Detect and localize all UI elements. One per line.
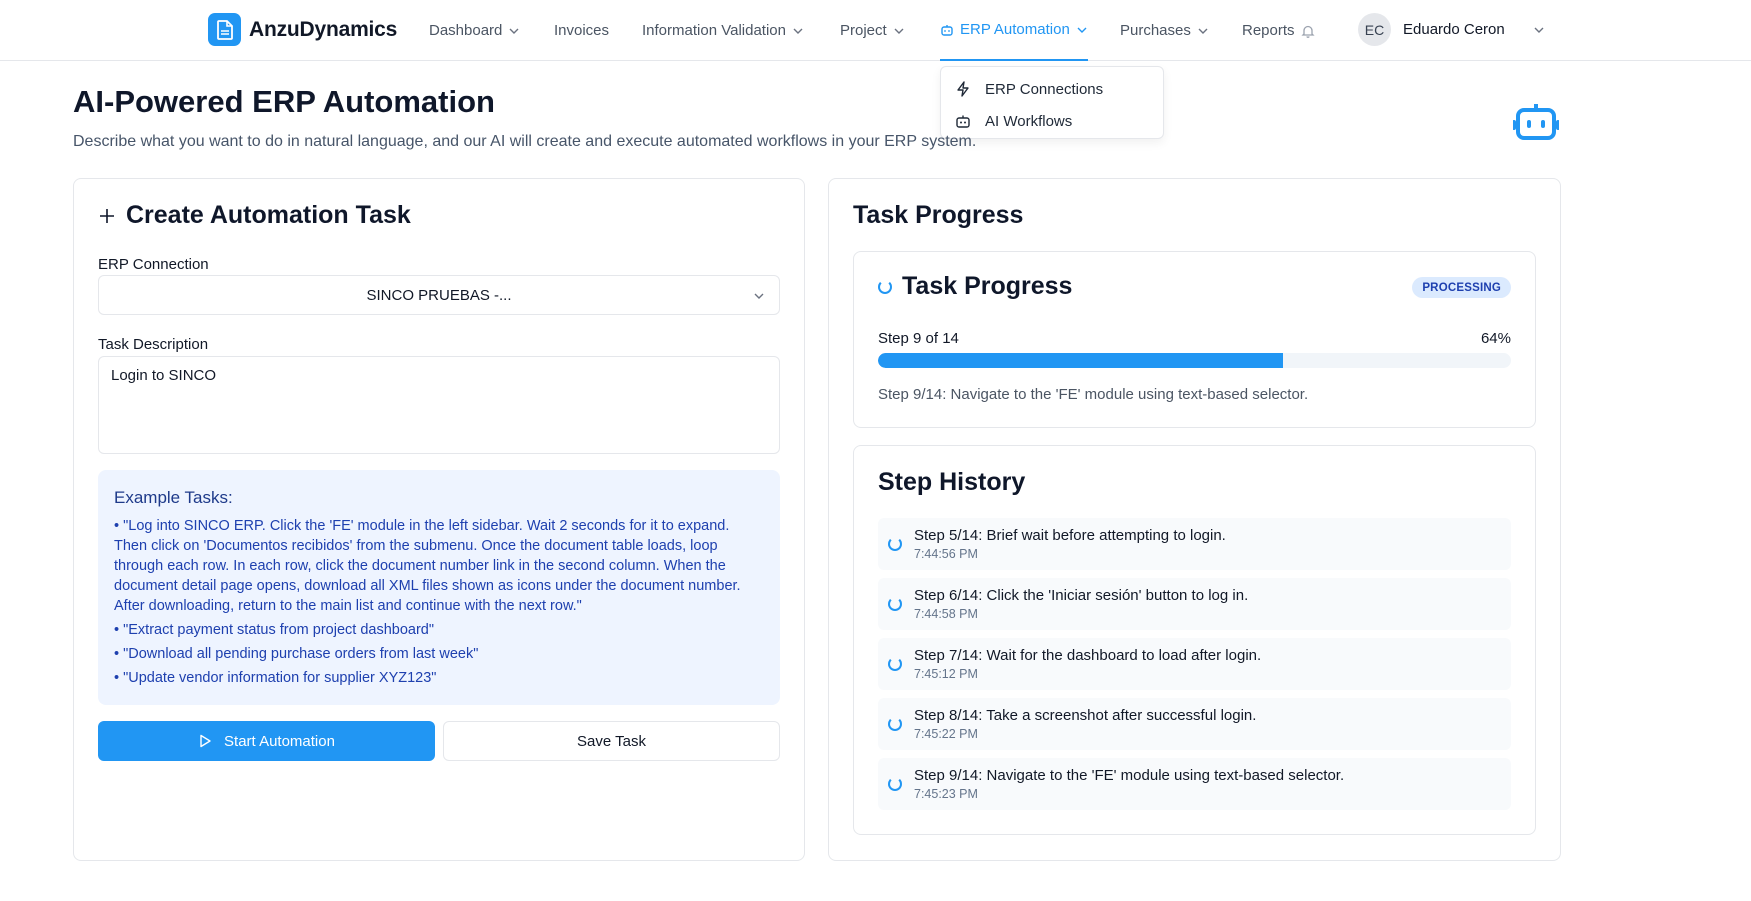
history-step-time: 7:44:58 PM	[914, 607, 978, 621]
step-history-card: Step History Step 5/14: Brief wait befor…	[853, 445, 1536, 835]
user-menu[interactable]: EC Eduardo Ceron	[1358, 13, 1545, 46]
history-item: Step 8/14: Take a screenshot after succe…	[878, 698, 1511, 750]
history-step-text: Step 5/14: Brief wait before attempting …	[914, 527, 1226, 544]
nav-invoices[interactable]: Invoices	[554, 0, 609, 61]
chevron-down-icon	[754, 293, 764, 299]
task-progress-card: Task Progress PROCESSING Step 9 of 14 64…	[853, 251, 1536, 428]
menu-item-erp-connections[interactable]: ERP Connections	[941, 73, 1163, 105]
chevron-down-icon	[894, 28, 904, 34]
chevron-down-icon	[793, 28, 803, 34]
robot-icon	[956, 115, 970, 128]
history-step-time: 7:45:23 PM	[914, 787, 978, 801]
example-tasks-box: Example Tasks: • "Log into SINCO ERP. Cl…	[98, 470, 780, 705]
nav-project[interactable]: Project	[840, 0, 905, 61]
document-icon	[208, 13, 241, 46]
plus-icon	[100, 208, 114, 223]
nav-label: Reports	[1242, 22, 1295, 39]
user-name: Eduardo Ceron	[1403, 21, 1505, 38]
history-item: Step 6/14: Click the 'Iniciar sesión' bu…	[878, 578, 1511, 630]
erp-connection-label: ERP Connection	[98, 256, 209, 273]
history-item: Step 9/14: Navigate to the 'FE' module u…	[878, 758, 1511, 810]
history-step-time: 7:45:12 PM	[914, 667, 978, 681]
menu-item-label: AI Workflows	[985, 112, 1073, 130]
selected-value: SINCO PRUEBAS -...	[366, 286, 512, 304]
create-task-card: Create Automation Task ERP Connection SI…	[73, 178, 805, 861]
card-title-text: Create Automation Task	[126, 201, 411, 229]
nav-label: Invoices	[554, 22, 610, 39]
loading-spinner-icon	[888, 657, 902, 671]
history-step-text: Step 7/14: Wait for the dashboard to loa…	[914, 647, 1262, 664]
loading-spinner-icon	[888, 597, 902, 611]
nav-label: Information Validation	[642, 22, 786, 39]
task-progress-panel: Task Progress Task Progress PROCESSING S…	[828, 178, 1561, 861]
play-icon	[200, 734, 211, 748]
create-task-title: Create Automation Task	[98, 201, 411, 230]
chevron-down-icon	[1077, 27, 1087, 33]
history-step-time: 7:44:56 PM	[914, 547, 978, 561]
progress-card-title: Task Progress	[878, 272, 1072, 301]
task-description-label: Task Description	[98, 336, 209, 353]
history-step-text: Step 8/14: Take a screenshot after succe…	[914, 707, 1257, 724]
loading-spinner-icon	[878, 279, 892, 294]
nav-erp-automation[interactable]: ERP Automation	[940, 0, 1088, 61]
chevron-down-icon	[1198, 28, 1208, 34]
button-label: Start Automation	[224, 732, 335, 750]
loading-spinner-icon	[888, 717, 902, 731]
page-title: AI-Powered ERP Automation	[73, 84, 495, 119]
example-task: • "Log into SINCO ERP. Click the 'FE' mo…	[114, 518, 741, 614]
history-item: Step 5/14: Brief wait before attempting …	[878, 518, 1511, 570]
example-task: • "Download all pending purchase orders …	[114, 646, 479, 662]
chevron-down-icon	[509, 28, 519, 34]
history-step-text: Step 6/14: Click the 'Iniciar sesión' bu…	[914, 587, 1249, 604]
history-item: Step 7/14: Wait for the dashboard to loa…	[878, 638, 1511, 690]
nav-reports[interactable]: Reports	[1242, 0, 1315, 61]
panel-title: Task Progress	[853, 201, 1024, 229]
step-history-title: Step History	[878, 468, 1026, 496]
save-task-button[interactable]: Save Task	[443, 721, 780, 761]
progress-card-title-text: Task Progress	[902, 272, 1073, 300]
history-step-text: Step 9/14: Navigate to the 'FE' module u…	[914, 767, 1345, 784]
status-badge: PROCESSING	[1412, 277, 1511, 298]
robot-icon	[1513, 104, 1559, 140]
current-step-description: Step 9/14: Navigate to the 'FE' module u…	[878, 386, 1309, 403]
bell-icon[interactable]	[1300, 24, 1315, 38]
nav-purchases[interactable]: Purchases	[1120, 0, 1209, 61]
brand[interactable]: AnzuDynamics	[208, 13, 397, 46]
lightning-icon	[957, 81, 969, 97]
nav-label: Project	[840, 22, 887, 39]
progress-bar-fill	[878, 353, 1284, 368]
nav-dashboard[interactable]: Dashboard	[429, 0, 520, 61]
loading-spinner-icon	[888, 537, 902, 551]
top-navbar: AnzuDynamics Dashboard Invoices Informat…	[0, 0, 1751, 61]
chevron-down-icon	[1534, 27, 1544, 33]
erp-automation-dropdown: ERP Connections AI Workflows	[940, 66, 1164, 139]
nav-label: Purchases	[1120, 22, 1191, 39]
start-automation-button[interactable]: Start Automation	[98, 721, 435, 761]
progress-percent: 64%	[1480, 330, 1511, 347]
page-subtitle: Describe what you want to do in natural …	[73, 133, 977, 150]
history-step-time: 7:45:22 PM	[914, 727, 978, 741]
avatar: EC	[1358, 13, 1391, 46]
robot-icon	[941, 24, 953, 36]
brand-name: AnzuDynamics	[249, 17, 398, 41]
example-tasks-title: Example Tasks:	[114, 488, 233, 507]
nav-information-validation[interactable]: Information Validation	[642, 0, 804, 61]
nav-label: ERP Automation	[960, 21, 1070, 38]
nav-label: Dashboard	[429, 22, 503, 39]
progress-bar	[878, 353, 1511, 368]
menu-item-label: ERP Connections	[985, 80, 1104, 98]
step-count: Step 9 of 14	[878, 330, 959, 347]
task-description-input[interactable]: Login to SINCO	[98, 356, 780, 454]
example-task: • "Extract payment status from project d…	[114, 622, 435, 638]
erp-connection-select[interactable]: SINCO PRUEBAS -...	[98, 275, 780, 315]
step-history-list: Step 5/14: Brief wait before attempting …	[878, 518, 1511, 818]
example-task: • "Update vendor information for supplie…	[114, 670, 437, 686]
loading-spinner-icon	[888, 777, 902, 791]
